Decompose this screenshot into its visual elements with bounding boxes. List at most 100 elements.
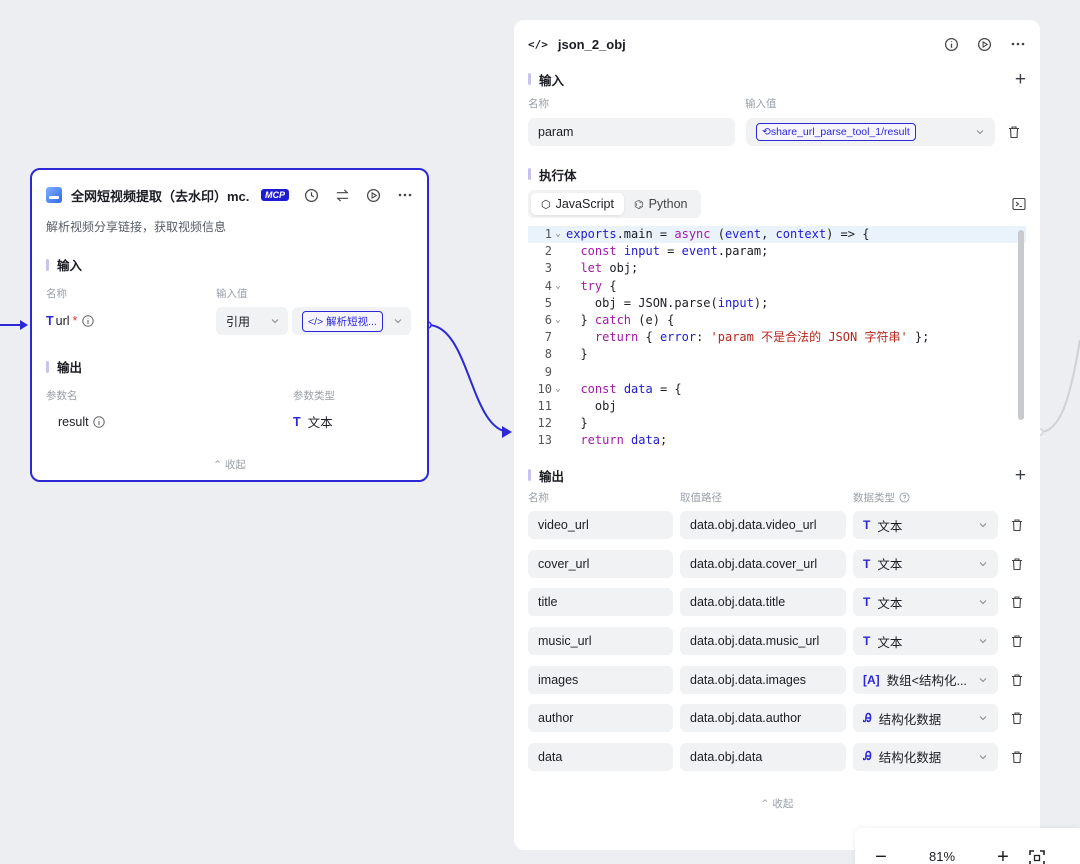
code-text: let obj; xyxy=(580,261,639,276)
delete-icon[interactable] xyxy=(1010,595,1024,609)
output-path-field[interactable]: data.obj.data.title xyxy=(680,588,846,617)
delete-icon[interactable] xyxy=(1010,634,1024,648)
code-line: 10 ⌄ const data = { xyxy=(528,381,1026,398)
outgoing-edge xyxy=(1039,339,1080,433)
col-label-param: 参数名 xyxy=(46,390,78,402)
output-name-field[interactable]: music_url xyxy=(528,627,673,656)
ref-value-select[interactable]: </> 解析短视... xyxy=(292,307,411,335)
type-icon: Ꭿ xyxy=(863,749,872,764)
incoming-arrow xyxy=(20,320,28,330)
chevron-down-icon xyxy=(979,600,987,605)
zoom-in-button[interactable]: + xyxy=(977,847,1029,864)
swap-icon[interactable] xyxy=(334,187,351,204)
output-row: data data.obj.data Ꭿ 结构化数据 xyxy=(528,738,1026,777)
line-number: 8 xyxy=(544,347,552,362)
col-label-name: 名称 xyxy=(46,288,67,300)
add-input-icon[interactable]: + xyxy=(1015,70,1026,89)
fold-icon[interactable]: ⌄ xyxy=(552,381,564,398)
output-name-field[interactable]: video_url xyxy=(528,511,673,540)
info-icon[interactable] xyxy=(943,36,960,53)
run-icon[interactable] xyxy=(365,187,382,204)
fit-view-icon[interactable] xyxy=(1029,850,1045,864)
param-name: url xyxy=(55,314,70,328)
code-icon: </> xyxy=(528,37,548,51)
input-param-row: param ⟲share_url_parse_tool_1/result xyxy=(528,118,1026,146)
code-line: 1 ⌄ exports.main = async (event, context) … xyxy=(528,226,1026,244)
output-type-select[interactable]: T 文本 xyxy=(853,549,998,578)
output-name-field[interactable]: author xyxy=(528,704,673,733)
tab-python[interactable]: ⌬ Python xyxy=(624,193,698,215)
output-param-name: result xyxy=(58,414,89,429)
output-path-field[interactable]: data.obj.data.video_url xyxy=(680,511,846,540)
output-rows: video_url data.obj.data.video_url T 文本 cover… xyxy=(528,506,1026,776)
link-icon: ⟲ xyxy=(762,126,771,138)
output-name-field[interactable]: cover_url xyxy=(528,549,673,578)
mcp-tool-node[interactable]: 全网短视频提取（去水印）mc... MCP 解析视频分享链接，获取视频信息 输入… xyxy=(30,168,429,482)
collapse-button[interactable]: ⌃ 收起 xyxy=(528,796,1026,811)
output-path-field[interactable]: data.obj.data.music_url xyxy=(680,627,846,656)
text-type-icon: T xyxy=(46,314,54,328)
info-icon[interactable] xyxy=(82,315,95,327)
output-path-field[interactable]: data.obj.data.images xyxy=(680,665,846,694)
output-name-field[interactable]: images xyxy=(528,665,673,694)
output-type-select[interactable]: [A] 数组<结构化... xyxy=(853,665,998,694)
more-icon[interactable] xyxy=(1009,36,1026,53)
text-type-icon: T xyxy=(293,414,301,429)
chevron-down-icon xyxy=(394,319,402,324)
delete-icon[interactable] xyxy=(1010,557,1024,571)
code-line: 11 obj xyxy=(528,398,1026,415)
output-type-select[interactable]: T 文本 xyxy=(853,588,998,617)
help-icon[interactable] xyxy=(899,492,910,503)
collapse-button[interactable]: ⌃ 收起 xyxy=(46,457,413,472)
output-param-row: result T 文本 xyxy=(46,412,413,431)
add-output-icon[interactable]: + xyxy=(1015,466,1026,485)
output-type: 文本 xyxy=(307,416,333,430)
fold-icon[interactable]: ⌄ xyxy=(552,312,564,329)
tab-javascript-label: JavaScript xyxy=(555,197,614,211)
more-icon[interactable] xyxy=(396,187,413,204)
col-label-name: 名称 xyxy=(528,492,549,504)
history-icon[interactable] xyxy=(303,187,320,204)
output-path-field[interactable]: data.obj.data.author xyxy=(680,704,846,733)
output-type-select[interactable]: T 文本 xyxy=(853,511,998,540)
info-icon[interactable] xyxy=(92,415,105,428)
terminal-icon[interactable] xyxy=(1012,197,1026,211)
chevron-up-icon: ⌃ xyxy=(760,798,773,811)
delete-icon[interactable] xyxy=(1010,518,1024,532)
delete-icon[interactable] xyxy=(1010,711,1024,725)
fold-icon[interactable]: ⌄ xyxy=(552,226,564,243)
code-line: 12 } xyxy=(528,415,1026,432)
line-number: 4 xyxy=(544,278,552,293)
fold-icon[interactable]: ⌄ xyxy=(552,278,564,295)
output-name-field[interactable]: title xyxy=(528,588,673,617)
output-type-select[interactable]: Ꭿ 结构化数据 xyxy=(853,742,998,771)
col-label-value: 输入值 xyxy=(745,98,777,110)
ref-mode-select[interactable]: 引用 xyxy=(216,307,288,335)
code-line: 3 let obj; xyxy=(528,260,1026,277)
delete-icon[interactable] xyxy=(1010,673,1024,687)
input-param-name-field[interactable]: param xyxy=(528,118,735,146)
zoom-level[interactable]: 81% xyxy=(907,848,977,864)
code-node[interactable]: </> json_2_obj 输入 + 名称 输入值 param ⟲share_… xyxy=(514,20,1040,850)
node-header: 全网短视频提取（去水印）mc... MCP xyxy=(46,184,413,206)
tab-javascript[interactable]: ⬡ JavaScript xyxy=(531,193,624,215)
output-type-label: 数组<结构化... xyxy=(886,674,967,689)
code-scrollbar[interactable] xyxy=(1018,230,1024,420)
output-path-field[interactable]: data.obj.data.cover_url xyxy=(680,549,846,578)
chevron-down-icon xyxy=(979,677,987,682)
zoom-out-button[interactable]: − xyxy=(855,847,907,864)
run-icon[interactable] xyxy=(976,36,993,53)
ref-chip: ⟲share_url_parse_tool_1/result xyxy=(756,123,916,141)
exec-section-title: 执行体 xyxy=(528,166,1026,183)
output-name-field[interactable]: data xyxy=(528,742,673,771)
output-type-select[interactable]: T 文本 xyxy=(853,627,998,656)
input-param-value-select[interactable]: ⟲share_url_parse_tool_1/result xyxy=(746,118,995,146)
line-number: 6 xyxy=(544,312,552,327)
code-editor[interactable]: 1 ⌄ exports.main = async (event, context) … xyxy=(528,226,1026,452)
delete-icon[interactable] xyxy=(1007,125,1021,139)
delete-icon[interactable] xyxy=(1010,750,1024,764)
output-type-select[interactable]: Ꭿ 结构化数据 xyxy=(853,704,998,733)
output-path-field[interactable]: data.obj.data xyxy=(680,742,846,771)
chevron-down-icon xyxy=(979,716,987,721)
